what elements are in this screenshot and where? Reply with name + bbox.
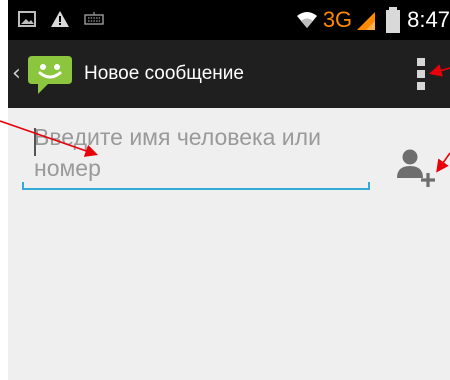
text-cursor <box>34 128 36 156</box>
recipient-underline <box>22 182 370 190</box>
messaging-smiley-icon <box>28 56 72 94</box>
wifi-icon <box>296 12 317 28</box>
overflow-menu-dot <box>417 70 425 78</box>
battery-icon <box>386 7 401 33</box>
page-title: Новое сообщение <box>84 63 244 84</box>
back-chevron-icon: ‹ <box>12 61 21 86</box>
action-bar: ‹ Новое сообщение <box>8 40 450 108</box>
add-contact-icon[interactable] <box>396 148 440 192</box>
gallery-notification-icon <box>18 11 36 27</box>
signal-strength-icon <box>357 12 376 30</box>
overflow-menu-dot <box>417 82 425 90</box>
warning-icon <box>51 11 69 27</box>
recipient-field <box>22 122 370 190</box>
status-bar: 3G 8:47 <box>8 0 450 40</box>
status-time: 8:47 <box>407 7 450 32</box>
overflow-menu-button[interactable] <box>412 58 430 90</box>
overflow-menu-dot <box>417 58 425 66</box>
network-type-label: 3G <box>322 7 353 32</box>
phone-screen: 3G 8:47 ‹ Новое сообщение <box>8 0 450 380</box>
keyboard-icon <box>84 12 104 25</box>
recipient-input[interactable] <box>22 122 370 188</box>
